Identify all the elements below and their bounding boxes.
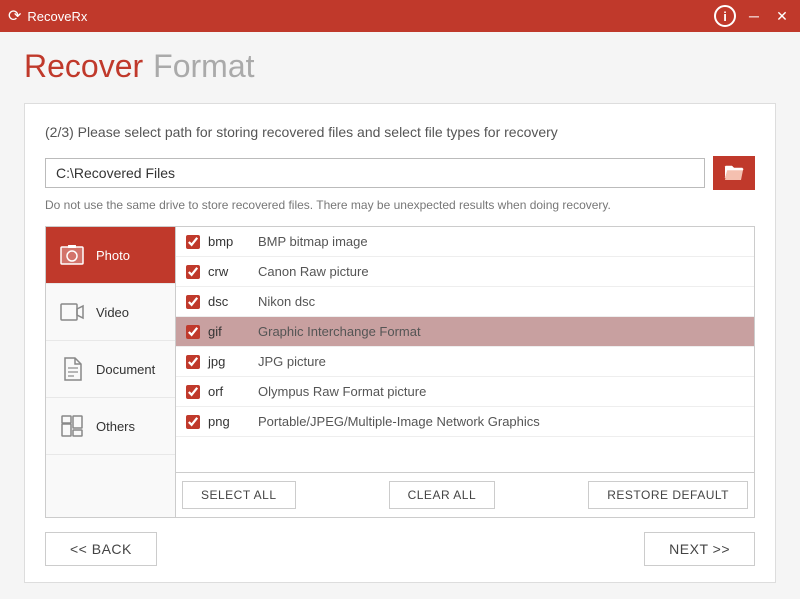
minimize-button[interactable]: ─ (744, 6, 764, 26)
main-content: Recover Format (2/3) Please select path … (0, 32, 800, 599)
document-icon (58, 355, 86, 383)
checkbox-crw[interactable] (186, 265, 200, 279)
category-video-label: Video (96, 305, 129, 320)
close-button[interactable]: ✕ (772, 6, 792, 26)
checkbox-dsc[interactable] (186, 295, 200, 309)
category-panel: Photo Video (46, 227, 176, 517)
nav-row: << BACK NEXT >> (45, 532, 755, 566)
others-icon (58, 412, 86, 440)
file-row-jpg: jpg JPG picture (176, 347, 754, 377)
page-heading: Recover Format (24, 48, 776, 85)
clear-all-button[interactable]: CLEAR ALL (389, 481, 496, 509)
checkbox-orf[interactable] (186, 385, 200, 399)
category-document-label: Document (96, 362, 155, 377)
app-title-area: ⟳ RecoveRx (8, 6, 87, 26)
category-video[interactable]: Video (46, 284, 175, 341)
heading-format: Format (153, 48, 254, 85)
file-list-scroll[interactable]: bmp BMP bitmap image crw Canon Raw pictu… (176, 227, 754, 472)
select-all-button[interactable]: SELECT ALL (182, 481, 296, 509)
category-document[interactable]: Document (46, 341, 175, 398)
card: (2/3) Please select path for storing rec… (24, 103, 776, 583)
desc-png: Portable/JPEG/Multiple-Image Network Gra… (258, 414, 744, 429)
title-bar: ⟳ RecoveRx i ─ ✕ (0, 0, 800, 32)
ext-bmp: bmp (208, 234, 258, 249)
ext-crw: crw (208, 264, 258, 279)
path-row (45, 156, 755, 190)
checkbox-bmp[interactable] (186, 235, 200, 249)
card-title: (2/3) Please select path for storing rec… (45, 124, 755, 140)
category-photo-label: Photo (96, 248, 130, 263)
back-button[interactable]: << BACK (45, 532, 157, 566)
video-icon (58, 298, 86, 326)
file-list-actions: SELECT ALL CLEAR ALL RESTORE DEFAULT (176, 472, 754, 517)
title-bar-controls: i ─ ✕ (714, 5, 792, 27)
category-others-label: Others (96, 419, 135, 434)
file-row-orf: orf Olympus Raw Format picture (176, 377, 754, 407)
checkbox-jpg[interactable] (186, 355, 200, 369)
photo-icon (58, 241, 86, 269)
file-list-panel: bmp BMP bitmap image crw Canon Raw pictu… (176, 227, 754, 517)
ext-orf: orf (208, 384, 258, 399)
category-others[interactable]: Others (46, 398, 175, 455)
heading-recover: Recover (24, 48, 143, 85)
folder-icon (723, 164, 745, 182)
desc-gif: Graphic Interchange Format (258, 324, 744, 339)
info-button[interactable]: i (714, 5, 736, 27)
file-row-bmp: bmp BMP bitmap image (176, 227, 754, 257)
file-row-gif: gif Graphic Interchange Format (176, 317, 754, 347)
file-row-dsc: dsc Nikon dsc (176, 287, 754, 317)
desc-orf: Olympus Raw Format picture (258, 384, 744, 399)
file-row-crw: crw Canon Raw picture (176, 257, 754, 287)
desc-crw: Canon Raw picture (258, 264, 744, 279)
checkbox-png[interactable] (186, 415, 200, 429)
ext-png: png (208, 414, 258, 429)
desc-bmp: BMP bitmap image (258, 234, 744, 249)
browse-folder-button[interactable] (713, 156, 755, 190)
checkbox-gif[interactable] (186, 325, 200, 339)
file-row-png: png Portable/JPEG/Multiple-Image Network… (176, 407, 754, 437)
ext-jpg: jpg (208, 354, 258, 369)
desc-dsc: Nikon dsc (258, 294, 744, 309)
file-type-area: Photo Video (45, 226, 755, 518)
ext-dsc: dsc (208, 294, 258, 309)
path-input[interactable] (45, 158, 705, 188)
app-title: RecoveRx (27, 9, 87, 24)
desc-jpg: JPG picture (258, 354, 744, 369)
ext-gif: gif (208, 324, 258, 339)
path-warning: Do not use the same drive to store recov… (45, 198, 755, 212)
category-photo[interactable]: Photo (46, 227, 175, 284)
restore-default-button[interactable]: RESTORE DEFAULT (588, 481, 748, 509)
next-button[interactable]: NEXT >> (644, 532, 755, 566)
